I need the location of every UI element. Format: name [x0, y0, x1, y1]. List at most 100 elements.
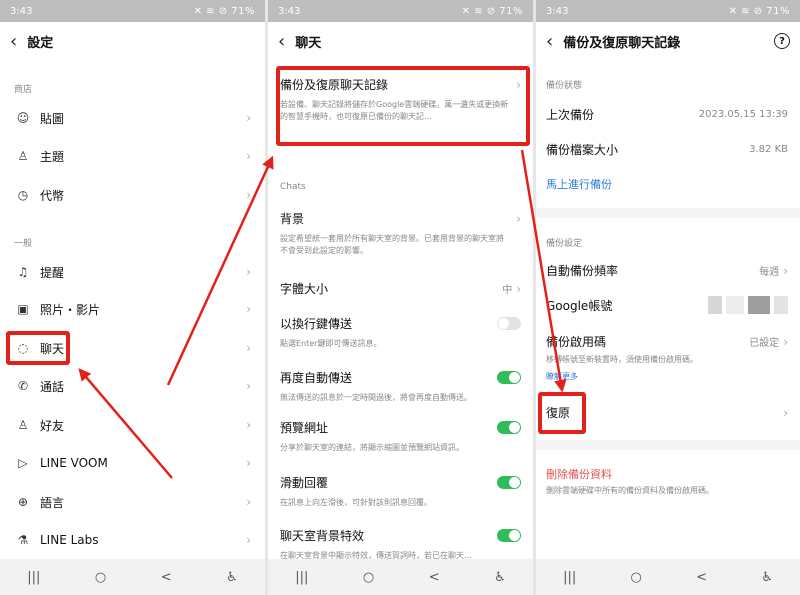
section-chats: Chats — [280, 182, 306, 192]
google-account-label: Google帳號 — [546, 298, 613, 313]
chat-header: ‹ 聊天 — [268, 22, 533, 60]
toggle-switch[interactable] — [497, 317, 521, 330]
backup-now-row[interactable]: 馬上進行備份 — [546, 176, 788, 192]
section-divider — [536, 208, 800, 218]
toggle-switch[interactable] — [497, 476, 521, 489]
toggle-switch[interactable] — [497, 371, 521, 384]
toggle-switch[interactable] — [497, 421, 521, 434]
sidebar-item[interactable]: ♫ 提醒 › — [0, 261, 265, 283]
learn-more-link[interactable]: 瞭解更多 — [546, 371, 578, 382]
page-title: 聊天 — [295, 35, 322, 51]
status-icons: ✕ ≋ ⊘ 71% — [193, 5, 255, 17]
setting-title: 滑動回覆 — [280, 476, 329, 490]
setting-item[interactable]: 預覽網址 分享於聊天室的連結，將顯示縮圖並預覽網站資訊。 — [268, 419, 533, 454]
sidebar-item[interactable]: ♙ 好友 › — [0, 414, 265, 436]
page-title: 設定 — [27, 35, 54, 51]
sidebar-item[interactable]: ⚗ LINE Labs › — [0, 529, 265, 551]
chevron-right-icon: › — [246, 379, 251, 393]
setting-item[interactable]: 背景 › 設定希望統一套用於所有聊天室的背景。已套用背景的聊天室將不會受到此設定的… — [268, 210, 533, 257]
backup-frequency-row[interactable]: 自動備份頻率 每週 › — [546, 262, 788, 279]
sidebar-item[interactable]: ▣ 照片・影片 › — [0, 298, 265, 320]
back-icon[interactable]: ‹ — [546, 31, 553, 52]
general-label-5: LINE VOOM — [40, 456, 108, 470]
last-backup-value: 2023.05.15 13:39 — [698, 109, 788, 120]
backup-now-link[interactable]: 馬上進行備份 — [546, 176, 612, 192]
shop-icon-1: ♙ — [17, 149, 29, 163]
accessibility-icon[interactable]: ♿ — [494, 570, 506, 585]
status-bar: 3:43 ✕ ≋ ⊘ 71% — [268, 0, 533, 22]
setting-item[interactable]: 滑動回覆 在訊息上向左滑後，可針對該則訊息回覆。 — [268, 474, 533, 509]
setting-title: 字體大小 — [280, 282, 329, 296]
general-label-7: LINE Labs — [40, 533, 99, 547]
status-bar: 3:43 ✕ ≋ ⊘ 71% — [0, 0, 265, 22]
delete-backup-label[interactable]: 刪除備份資料 — [546, 468, 612, 481]
recent-apps-icon[interactable]: ||| — [27, 570, 40, 585]
sidebar-item[interactable]: ◷ 代幣 › — [0, 184, 265, 206]
setting-item[interactable]: 字體大小 中 › — [268, 280, 533, 297]
home-icon[interactable]: ○ — [363, 570, 374, 585]
sidebar-item[interactable]: ▷ LINE VOOM › — [0, 452, 265, 474]
nav-back-icon[interactable]: < — [161, 570, 172, 585]
chevron-right-icon: › — [516, 211, 521, 226]
setting-title: 聊天室背景特效 — [280, 529, 365, 543]
setting-description: 在訊息上向左滑後，可針對該則訊息回覆。 — [280, 498, 432, 507]
chevron-right-icon: › — [516, 281, 521, 296]
chevron-right-icon: › — [246, 302, 251, 316]
file-size-value: 3.82 KB — [749, 144, 788, 155]
status-icons: ✕ ≋ ⊘ 71% — [461, 5, 523, 17]
chevron-right-icon: › — [246, 265, 251, 279]
setting-value: 中 — [502, 285, 513, 296]
backup-header: ‹ 備份及復原聊天記錄 ? — [536, 22, 800, 60]
back-icon[interactable]: ‹ — [10, 31, 17, 52]
setting-description: 無法傳送的訊息於一定時間過後，將會再度自動傳送。 — [280, 393, 472, 402]
last-backup-row: 上次備份 2023.05.15 13:39 — [546, 106, 788, 123]
accessibility-icon[interactable]: ♿ — [761, 570, 773, 585]
nav-back-icon[interactable]: < — [429, 570, 440, 585]
highlight-backup — [276, 66, 530, 146]
backup-frequency-label: 自動備份頻率 — [546, 264, 619, 278]
recent-apps-icon[interactable]: ||| — [295, 570, 308, 585]
general-label-4: 好友 — [40, 418, 65, 433]
help-icon[interactable]: ? — [774, 33, 790, 49]
back-icon[interactable]: ‹ — [278, 31, 285, 52]
accessibility-icon[interactable]: ♿ — [226, 570, 238, 585]
toggle-switch[interactable] — [497, 529, 521, 542]
sidebar-item[interactable]: ♙ 主題 › — [0, 145, 265, 167]
section-backup-settings: 備份設定 — [546, 239, 583, 249]
highlight-restore — [538, 392, 586, 434]
shop-label-1: 主題 — [40, 149, 65, 164]
google-account-row[interactable]: Google帳號 — [546, 296, 788, 314]
chevron-right-icon: › — [246, 149, 251, 163]
chevron-right-icon: › — [246, 495, 251, 509]
setting-item[interactable]: 聊天室背景特效 在聊天室背景中顯示特效，傳送賀詞時，若已在聊天... — [268, 527, 533, 562]
backup-pin-row[interactable]: 備份啟用碼 已設定 › — [546, 333, 788, 350]
general-label-1: 照片・影片 — [40, 302, 101, 317]
section-divider — [536, 440, 800, 450]
setting-item[interactable]: 再度自動傳送 無法傳送的訊息於一定時間過後，將會再度自動傳送。 — [268, 369, 533, 404]
general-icon-6: ⊕ — [17, 495, 29, 509]
sidebar-item[interactable]: ✆ 通話 › — [0, 375, 265, 397]
setting-description: 分享於聊天室的連結，將顯示縮圖並預覽網站資訊。 — [280, 443, 464, 452]
status-time: 3:43 — [546, 5, 569, 17]
chevron-right-icon: › — [783, 334, 788, 349]
general-icon-0: ♫ — [17, 265, 29, 279]
setting-title: 再度自動傳送 — [280, 371, 353, 385]
home-icon[interactable]: ○ — [95, 570, 106, 585]
file-size-label: 備份檔案大小 — [546, 143, 619, 157]
general-label-2: 聊天 — [40, 341, 65, 356]
general-icon-1: ▣ — [17, 302, 29, 316]
home-icon[interactable]: ○ — [630, 570, 641, 585]
nav-back-icon[interactable]: < — [696, 570, 707, 585]
general-icon-3: ✆ — [17, 379, 29, 393]
setting-title: 以換行鍵傳送 — [280, 317, 353, 331]
chevron-right-icon: › — [246, 533, 251, 547]
setting-item[interactable]: 以換行鍵傳送 點選Enter鍵即可傳送訊息。 — [268, 315, 533, 350]
last-backup-label: 上次備份 — [546, 108, 595, 122]
sidebar-item[interactable]: ⊕ 語言 › — [0, 491, 265, 513]
file-size-row: 備份檔案大小 3.82 KB — [546, 141, 788, 158]
delete-backup-link[interactable]: 刪除備份資料 — [546, 463, 612, 482]
general-label-6: 語言 — [40, 495, 65, 510]
shop-label-0: 貼圖 — [40, 111, 65, 126]
recent-apps-icon[interactable]: ||| — [563, 570, 576, 585]
sidebar-item[interactable]: ☺ 貼圖 › — [0, 107, 265, 129]
